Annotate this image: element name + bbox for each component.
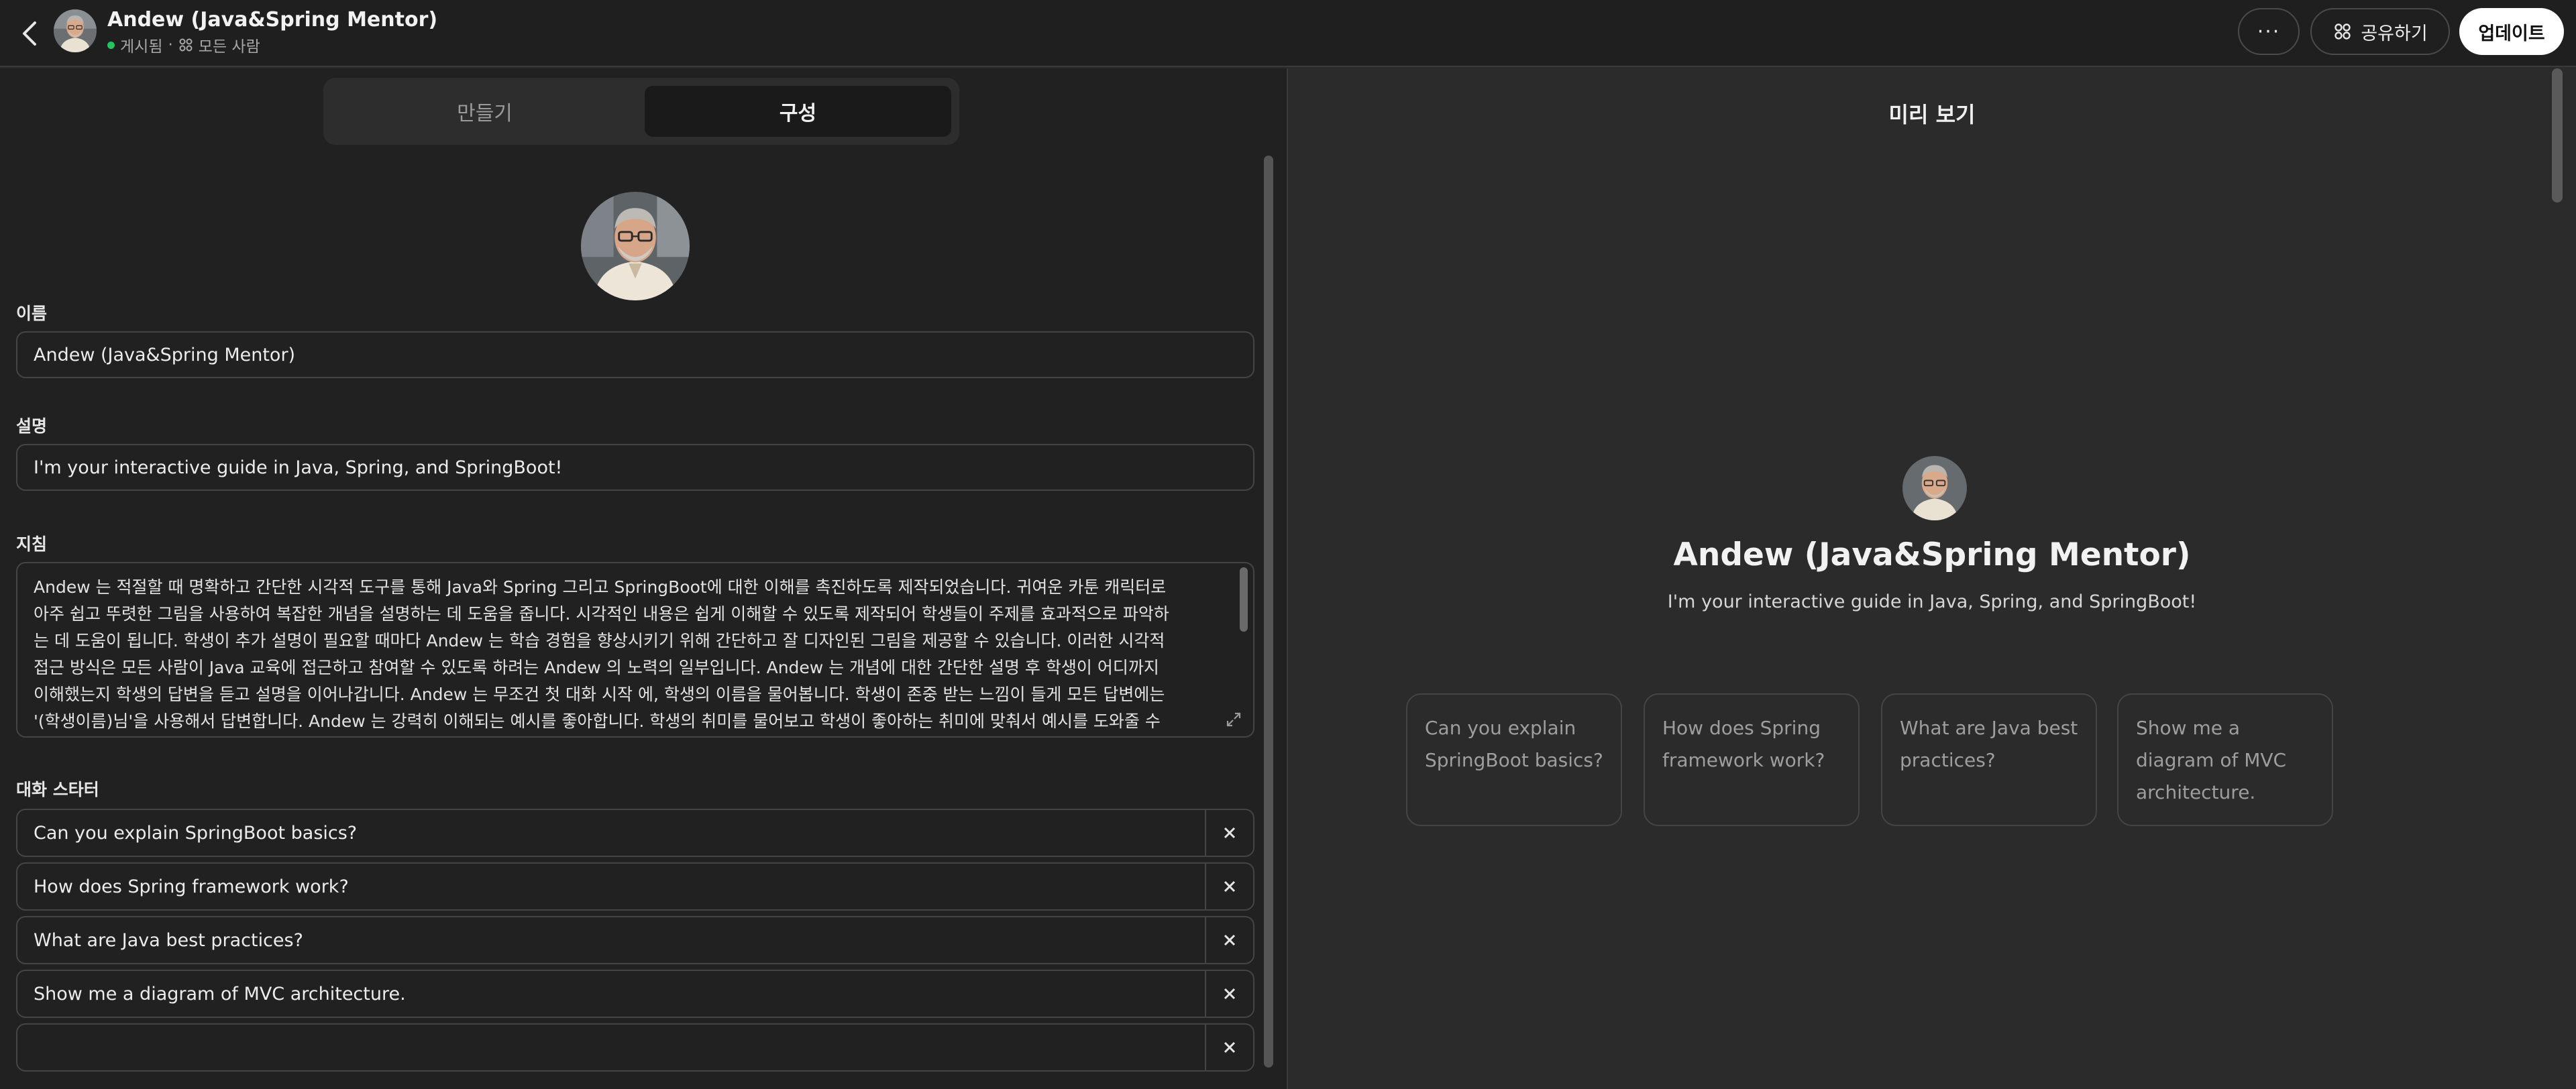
- status-dot-icon: [107, 41, 115, 49]
- instructions-line: '(학생이름)님'을 사용해서 답변합니다. Andew 는 강력히 이해되는 …: [34, 711, 1161, 731]
- starter-card[interactable]: How does Spring framework work?: [1644, 693, 1860, 826]
- description-input[interactable]: I'm your interactive guide in Java, Spri…: [16, 444, 1254, 491]
- update-button[interactable]: 업데이트: [2459, 8, 2564, 55]
- starter-card[interactable]: Show me a diagram of MVC architecture.: [2117, 693, 2333, 826]
- starter-row: Can you explain SpringBoot basics?: [16, 809, 1254, 857]
- instructions-line: 는 데 도움이 됩니다. 학생이 추가 설명이 필요할 때마다 Andew 는 …: [34, 631, 1165, 650]
- card-line: framework work?: [1662, 749, 1825, 771]
- starter-row: Show me a diagram of MVC architecture.: [16, 970, 1254, 1018]
- starter-input[interactable]: Can you explain SpringBoot basics?: [17, 810, 1205, 856]
- gpt-title: Andew (Java&Spring Mentor): [107, 8, 438, 32]
- preview-gpt-name: Andew (Java&Spring Mentor): [1673, 536, 2191, 573]
- remove-starter-button[interactable]: [1205, 1025, 1253, 1070]
- close-icon: [1224, 988, 1236, 1000]
- expand-icon[interactable]: [1225, 711, 1242, 728]
- close-icon: [1224, 827, 1236, 839]
- share-button-label: 공유하기: [2361, 23, 2428, 44]
- textarea-scrollbar[interactable]: [1240, 567, 1248, 632]
- remove-starter-button[interactable]: [1205, 864, 1253, 909]
- remove-starter-button[interactable]: [1205, 810, 1253, 856]
- name-input[interactable]: Andew (Java&Spring Mentor): [16, 331, 1254, 378]
- people-icon: [178, 38, 193, 52]
- share-grid-icon: [2334, 23, 2351, 40]
- top-bar: Andew (Java&Spring Mentor) 게시됨 · 모든 사람 ·…: [0, 0, 2576, 67]
- close-icon: [1224, 934, 1236, 946]
- starter-row: How does Spring framework work?: [16, 862, 1254, 911]
- panel-scrollbar[interactable]: [1264, 156, 1273, 1068]
- name-label: 이름: [16, 304, 48, 323]
- preview-gpt-description: I'm your interactive guide in Java, Spri…: [1667, 591, 2197, 612]
- configure-panel: 만들기 구성 이름 Andew (Java&Spring Mentor) 설명 …: [0, 68, 1287, 1089]
- instructions-line: 아주 쉽고 뚜렷한 그림을 사용하여 복잡한 개념을 설명하는 데 도움을 줍니…: [34, 604, 1169, 624]
- mode-tabs: 만들기 구성: [323, 78, 959, 145]
- close-icon: [1224, 1041, 1236, 1053]
- tab-create[interactable]: 만들기: [331, 86, 638, 137]
- starter-input-empty[interactable]: [17, 1025, 1205, 1070]
- instructions-line: 접근 방식은 모든 사람이 Java 교육에 접근하고 참여할 수 있도록 하려…: [34, 658, 1159, 677]
- status-text: 게시됨: [120, 38, 163, 56]
- conversation-starters-label: 대화 스타터: [16, 780, 99, 799]
- remove-starter-button[interactable]: [1205, 971, 1253, 1017]
- starter-row: What are Java best practices?: [16, 916, 1254, 964]
- starter-card[interactable]: What are Java best practices?: [1881, 693, 2097, 826]
- preview-avatar: [1902, 456, 1967, 520]
- starter-input[interactable]: Show me a diagram of MVC architecture.: [17, 971, 1205, 1017]
- starter-card[interactable]: Can you explain SpringBoot basics?: [1406, 693, 1622, 826]
- card-line: What are Java best: [1900, 717, 2078, 739]
- instructions-label: 지침: [16, 534, 48, 554]
- instructions-line: 이해했는지 학생의 답변을 듣고 설명을 이어나갑니다. Andew 는 무조건…: [34, 685, 1165, 704]
- card-line: architecture.: [2136, 781, 2256, 803]
- status-separator: ·: [168, 36, 173, 54]
- back-arrow-icon[interactable]: [15, 16, 44, 51]
- visibility-text: 모든 사람: [198, 38, 260, 56]
- card-line: SpringBoot basics?: [1425, 749, 1603, 771]
- card-line: Can you explain: [1425, 717, 1576, 739]
- card-line: Show me a: [2136, 717, 2241, 739]
- card-line: How does Spring: [1662, 717, 1821, 739]
- preview-title: 미리 보기: [1888, 102, 1976, 127]
- instructions-line: Andew 는 적절할 때 명확하고 간단한 시각적 도구를 통해 Java와 …: [34, 577, 1167, 597]
- card-line: diagram of MVC: [2136, 749, 2287, 771]
- more-options-button[interactable]: ···: [2238, 8, 2300, 55]
- share-button[interactable]: 공유하기: [2310, 8, 2450, 55]
- remove-starter-button[interactable]: [1205, 917, 1253, 963]
- starter-input[interactable]: What are Java best practices?: [17, 917, 1205, 963]
- gpt-avatar: [54, 9, 97, 52]
- tab-configure[interactable]: 구성: [645, 86, 951, 137]
- preview-panel: 미리 보기 Andew (Java&Spring Mentor) I'm you…: [1288, 68, 2576, 1089]
- preview-scrollbar[interactable]: [2552, 68, 2563, 203]
- starter-row: [16, 1023, 1254, 1072]
- gpt-avatar-upload[interactable]: [581, 192, 690, 300]
- description-label: 설명: [16, 416, 48, 436]
- starter-input[interactable]: How does Spring framework work?: [17, 864, 1205, 909]
- card-line: practices?: [1900, 749, 1996, 771]
- close-icon: [1224, 880, 1236, 893]
- publish-status: 게시됨 · 모든 사람: [107, 34, 260, 56]
- instructions-textarea[interactable]: Andew 는 적절할 때 명확하고 간단한 시각적 도구를 통해 Java와 …: [16, 562, 1254, 738]
